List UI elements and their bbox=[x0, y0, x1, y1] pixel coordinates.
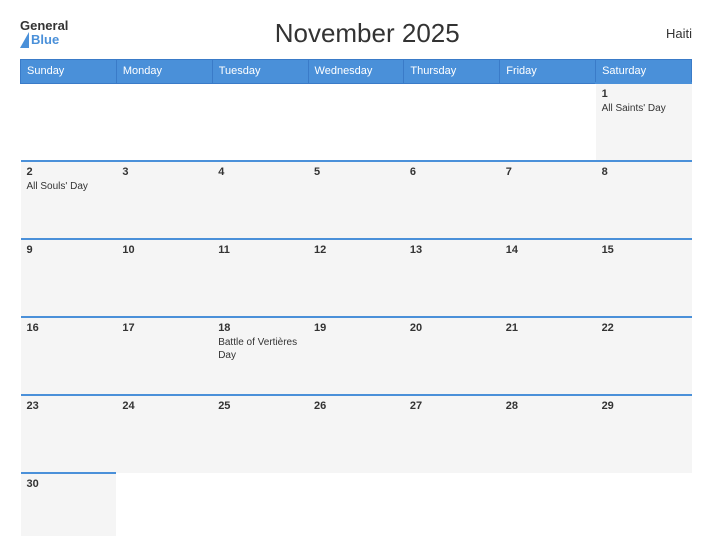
calendar-cell: 17 bbox=[116, 317, 212, 395]
calendar-cell: 27 bbox=[404, 395, 500, 473]
day-number: 16 bbox=[27, 322, 111, 334]
header-sunday: Sunday bbox=[21, 60, 117, 84]
day-number: 11 bbox=[218, 244, 302, 256]
calendar-cell: 7 bbox=[500, 161, 596, 239]
calendar-cell bbox=[212, 83, 308, 161]
calendar-week-row: 9 10 11 12 13 14 15 bbox=[21, 239, 692, 317]
calendar-cell: 16 bbox=[21, 317, 117, 395]
logo-blue-text: Blue bbox=[31, 33, 59, 47]
calendar-cell: 10 bbox=[116, 239, 212, 317]
day-number: 4 bbox=[218, 166, 302, 178]
day-number: 30 bbox=[27, 478, 111, 490]
calendar-cell: 9 bbox=[21, 239, 117, 317]
day-number: 20 bbox=[410, 322, 494, 334]
calendar-cell: 2 All Souls' Day bbox=[21, 161, 117, 239]
day-number: 6 bbox=[410, 166, 494, 178]
day-number: 7 bbox=[506, 166, 590, 178]
calendar-cell: 14 bbox=[500, 239, 596, 317]
top-bar: General Blue November 2025 Haiti bbox=[20, 18, 692, 49]
day-number: 10 bbox=[122, 244, 206, 256]
logo-blue-box: Blue bbox=[20, 32, 68, 48]
header-wednesday: Wednesday bbox=[308, 60, 404, 84]
calendar-cell bbox=[404, 83, 500, 161]
calendar-cell: 13 bbox=[404, 239, 500, 317]
calendar-cell bbox=[500, 83, 596, 161]
calendar-cell bbox=[21, 83, 117, 161]
calendar-cell bbox=[404, 473, 500, 536]
day-number: 26 bbox=[314, 400, 398, 412]
calendar-cell: 29 bbox=[596, 395, 692, 473]
calendar-cell: 25 bbox=[212, 395, 308, 473]
day-number: 29 bbox=[602, 400, 686, 412]
day-number: 23 bbox=[27, 400, 111, 412]
calendar-cell: 19 bbox=[308, 317, 404, 395]
header-monday: Monday bbox=[116, 60, 212, 84]
header-friday: Friday bbox=[500, 60, 596, 84]
logo-triangle-icon bbox=[20, 32, 29, 48]
calendar-cell: 4 bbox=[212, 161, 308, 239]
day-number: 3 bbox=[122, 166, 206, 178]
calendar-cell: 26 bbox=[308, 395, 404, 473]
calendar-cell: 5 bbox=[308, 161, 404, 239]
calendar-cell: 3 bbox=[116, 161, 212, 239]
calendar-cell bbox=[212, 473, 308, 536]
calendar-cell bbox=[116, 83, 212, 161]
day-number: 22 bbox=[602, 322, 686, 334]
calendar-cell: 30 bbox=[21, 473, 117, 536]
day-number: 18 bbox=[218, 322, 302, 334]
day-number: 14 bbox=[506, 244, 590, 256]
day-number: 12 bbox=[314, 244, 398, 256]
calendar-cell: 20 bbox=[404, 317, 500, 395]
day-number: 25 bbox=[218, 400, 302, 412]
calendar-cell bbox=[308, 83, 404, 161]
calendar-cell bbox=[596, 473, 692, 536]
calendar-week-row: 16 17 18 Battle of Vertières Day 19 20 21 22 bbox=[21, 317, 692, 395]
day-number: 28 bbox=[506, 400, 590, 412]
day-number: 21 bbox=[506, 322, 590, 334]
calendar-week-row: 23 24 25 26 27 28 29 bbox=[21, 395, 692, 473]
calendar-cell bbox=[308, 473, 404, 536]
calendar-cell: 12 bbox=[308, 239, 404, 317]
day-number: 2 bbox=[27, 166, 111, 178]
calendar-table: SundayMondayTuesdayWednesdayThursdayFrid… bbox=[20, 59, 692, 536]
calendar-cell bbox=[116, 473, 212, 536]
calendar-cell bbox=[500, 473, 596, 536]
calendar-header-row: SundayMondayTuesdayWednesdayThursdayFrid… bbox=[21, 60, 692, 84]
calendar-cell: 24 bbox=[116, 395, 212, 473]
calendar-cell: 8 bbox=[596, 161, 692, 239]
calendar-title: November 2025 bbox=[68, 18, 666, 49]
country-name: Haiti bbox=[666, 26, 692, 41]
logo: General Blue bbox=[20, 19, 68, 48]
event-text: All Souls' Day bbox=[27, 181, 88, 192]
calendar-cell: 6 bbox=[404, 161, 500, 239]
header-saturday: Saturday bbox=[596, 60, 692, 84]
day-number: 1 bbox=[602, 88, 686, 100]
calendar-cell: 11 bbox=[212, 239, 308, 317]
event-text: Battle of Vertières Day bbox=[218, 337, 297, 361]
day-number: 8 bbox=[602, 166, 686, 178]
day-number: 24 bbox=[122, 400, 206, 412]
calendar-cell: 1 All Saints' Day bbox=[596, 83, 692, 161]
calendar-cell: 22 bbox=[596, 317, 692, 395]
day-number: 5 bbox=[314, 166, 398, 178]
calendar-cell: 15 bbox=[596, 239, 692, 317]
logo-general-text: General bbox=[20, 19, 68, 32]
day-number: 9 bbox=[27, 244, 111, 256]
day-number: 13 bbox=[410, 244, 494, 256]
event-text: All Saints' Day bbox=[602, 103, 666, 114]
calendar-week-row: 30 bbox=[21, 473, 692, 536]
calendar-cell: 21 bbox=[500, 317, 596, 395]
header-thursday: Thursday bbox=[404, 60, 500, 84]
calendar-week-row: 1 All Saints' Day bbox=[21, 83, 692, 161]
calendar-week-row: 2 All Souls' Day 345678 bbox=[21, 161, 692, 239]
day-number: 15 bbox=[602, 244, 686, 256]
header-tuesday: Tuesday bbox=[212, 60, 308, 84]
day-number: 17 bbox=[122, 322, 206, 334]
calendar-cell: 23 bbox=[21, 395, 117, 473]
calendar-cell: 18 Battle of Vertières Day bbox=[212, 317, 308, 395]
day-number: 19 bbox=[314, 322, 398, 334]
day-number: 27 bbox=[410, 400, 494, 412]
calendar-cell: 28 bbox=[500, 395, 596, 473]
